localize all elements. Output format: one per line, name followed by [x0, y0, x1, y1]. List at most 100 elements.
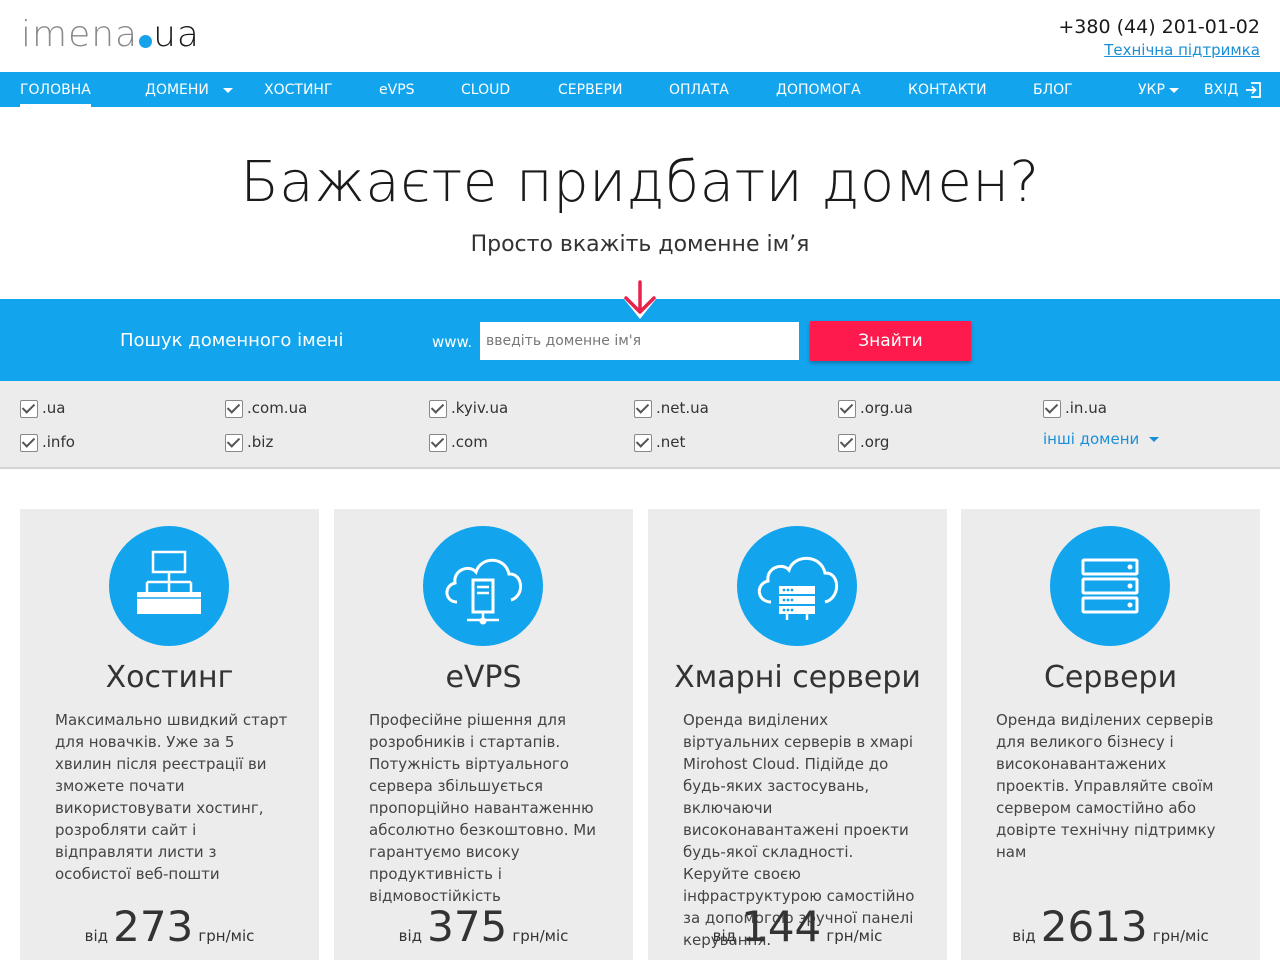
nav-evps[interactable]: eVPS [379, 72, 415, 107]
checkbox-icon [838, 433, 856, 452]
price-unit: грн/міс [826, 927, 883, 945]
price-unit: грн/міс [198, 927, 255, 945]
domain-checkbox-ua[interactable]: .ua [20, 398, 65, 418]
checkbox-icon [634, 399, 652, 418]
nav-domains[interactable]: ДОМЕНИ [145, 72, 233, 107]
domain-label: .net.ua [656, 399, 709, 417]
card-price: від 273 грн/міс [20, 902, 319, 951]
domain-checkbox-kyiv-ua[interactable]: .kyiv.ua [429, 398, 508, 418]
login-icon [1246, 82, 1262, 98]
chevron-down-icon [1168, 87, 1179, 93]
price-from: від [84, 927, 109, 945]
price-from: від [712, 927, 737, 945]
domain-checkbox-net-ua[interactable]: .net.ua [634, 398, 709, 418]
cloud-server-icon [737, 526, 857, 646]
card-description: Оренда виділених серверів для великого б… [996, 711, 1216, 861]
more-domains-label: інші домени [1043, 430, 1140, 448]
domain-label: .ua [42, 399, 66, 417]
nav-domains-label: ДОМЕНИ [145, 82, 209, 98]
checkbox-icon [225, 433, 243, 452]
card-price: від 144 грн/міс [648, 902, 947, 951]
language-selector[interactable]: УКР [1138, 72, 1179, 107]
checkbox-icon [429, 433, 447, 452]
price-value: 2613 [1040, 902, 1148, 951]
arrow-down-icon [624, 280, 656, 314]
login-label: ВХІД [1204, 82, 1239, 98]
domain-label: .com.ua [247, 399, 308, 417]
servers-card[interactable]: Сервери Оренда виділених серверів для ве… [961, 509, 1260, 960]
logo-dot-icon [139, 35, 153, 48]
checkbox-icon [1043, 399, 1061, 418]
card-title: Хостинг [105, 660, 234, 695]
domain-checkbox-com[interactable]: .com [429, 432, 488, 452]
support-link[interactable]: Технічна підтримка [1104, 41, 1260, 59]
domain-label: .info [42, 433, 75, 451]
evps-cloud-server-icon [423, 526, 543, 646]
logo-name: imena [21, 14, 139, 55]
domain-label: .com [451, 433, 488, 451]
price-unit: грн/міс [1152, 927, 1209, 945]
checkbox-icon [225, 399, 243, 418]
nav-payment[interactable]: ОПЛАТА [669, 72, 729, 107]
cloud-servers-card[interactable]: Хмарні сервери Оренда виділених віртуаль… [648, 509, 947, 960]
domain-label: .org [860, 433, 890, 451]
language-label: УКР [1138, 82, 1165, 98]
card-title: Сервери [1043, 660, 1178, 695]
domain-checkbox-biz[interactable]: .biz [225, 432, 273, 452]
card-price: від 375 грн/міс [334, 902, 633, 951]
card-description: Максимально швидкий старт для новачків. … [55, 711, 288, 883]
hero-title: Бажаєте придбати домен? [240, 150, 1040, 215]
login-button[interactable]: ВХІД [1204, 72, 1262, 107]
nav-blog[interactable]: БЛОГ [1033, 72, 1073, 107]
search-label: Пошук доменного імені [120, 330, 344, 351]
checkbox-icon [634, 433, 652, 452]
card-price: від 2613 грн/міс [961, 902, 1260, 951]
checkbox-icon [429, 399, 447, 418]
domain-label: .kyiv.ua [451, 399, 509, 417]
nav-contacts[interactable]: КОНТАКТИ [908, 72, 987, 107]
server-rack-icon [1050, 526, 1170, 646]
more-domains-link[interactable]: інші домени [1043, 430, 1160, 448]
price-from: від [398, 927, 423, 945]
domain-checkbox-info[interactable]: .info [20, 432, 75, 452]
price-value: 375 [427, 902, 508, 951]
nav-cloud[interactable]: CLOUD [461, 72, 510, 107]
hero-subtitle: Просто вкажіть доменне ім’я [470, 232, 810, 257]
chevron-down-icon [1149, 437, 1160, 442]
card-title: eVPS [445, 660, 522, 695]
logo-tld: ua [153, 14, 200, 55]
domain-checkbox-org-ua[interactable]: .org.ua [838, 398, 913, 418]
logo[interactable]: imena ua [21, 14, 200, 55]
price-value: 273 [113, 902, 194, 951]
domain-checkbox-in-ua[interactable]: .in.ua [1043, 398, 1107, 418]
nav-help[interactable]: ДОПОМОГА [776, 72, 861, 107]
card-title: Хмарні сервери [674, 660, 921, 695]
domain-checkbox-com-ua[interactable]: .com.ua [225, 398, 307, 418]
domain-checkbox-net[interactable]: .net [634, 432, 685, 452]
domain-search-input[interactable] [480, 322, 799, 360]
price-unit: грн/міс [512, 927, 569, 945]
search-button[interactable]: Знайти [810, 321, 971, 361]
domain-label: .biz [247, 433, 274, 451]
nav-home[interactable]: ГОЛОВНА [20, 72, 91, 107]
nav-servers[interactable]: СЕРВЕРИ [558, 72, 622, 107]
domain-checkbox-org[interactable]: .org [838, 432, 889, 452]
phone-number: +380 (44) 201-01-02 [1058, 16, 1260, 38]
domain-zones-panel [0, 381, 1280, 469]
chevron-down-icon [222, 87, 233, 93]
price-value: 144 [741, 902, 822, 951]
hosting-network-icon [109, 526, 229, 646]
card-description: Професійне рішення для розробників і ста… [369, 711, 596, 905]
site-header: imena ua +380 (44) 201-01-02 Технічна під… [0, 0, 1280, 72]
checkbox-icon [838, 399, 856, 418]
domain-label: .org.ua [860, 399, 913, 417]
domain-label: .in.ua [1065, 399, 1107, 417]
hosting-card[interactable]: Хостинг Максимально швидкий старт для но… [20, 509, 319, 960]
price-from: від [1012, 927, 1036, 945]
checkbox-icon [20, 399, 38, 418]
checkbox-icon [20, 433, 38, 452]
www-prefix: www. [432, 333, 473, 351]
nav-hosting[interactable]: ХОСТИНГ [264, 72, 332, 107]
evps-card[interactable]: eVPS Професійне рішення для розробників … [334, 509, 633, 960]
domain-label: .net [656, 433, 686, 451]
